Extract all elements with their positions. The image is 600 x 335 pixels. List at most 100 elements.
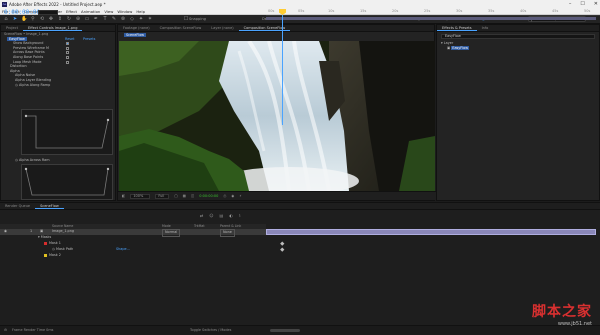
menu-effect[interactable]: Effect bbox=[64, 9, 79, 14]
menu-animation[interactable]: Animation bbox=[79, 9, 102, 14]
always-preview-icon[interactable]: ◧ bbox=[122, 194, 125, 198]
minimize-icon[interactable]: – bbox=[569, 0, 572, 8]
resolution-select[interactable]: Full bbox=[155, 193, 170, 199]
fx-row-label: Alpha bbox=[10, 68, 20, 73]
toggle-switches-modes[interactable]: Toggle Switches / Modes bbox=[190, 328, 231, 332]
layer-row[interactable]: ◉ 1 ▣ Image_1.png Normal None bbox=[0, 229, 266, 237]
zoom-slider[interactable] bbox=[270, 329, 300, 332]
ruler-tick: 50s bbox=[584, 9, 591, 13]
orbit-tool-icon[interactable]: ⟲ bbox=[39, 16, 45, 22]
window-controls: – ☐ ✕ bbox=[569, 0, 598, 8]
mask-shape-link[interactable]: Shape... bbox=[116, 247, 130, 253]
effects-presets-tabs: Effects & Presets Info bbox=[437, 25, 599, 32]
puppet-tool-icon[interactable]: ✶ bbox=[147, 16, 153, 22]
pen-tool-icon[interactable]: ✒ bbox=[93, 16, 99, 22]
alpha-across-ramp-graph[interactable] bbox=[21, 164, 113, 200]
motion-blur-icon[interactable]: ◐ bbox=[229, 213, 233, 218]
masks-group-row[interactable]: ▾ Masks bbox=[0, 235, 266, 241]
selection-tool-icon[interactable]: ➤ bbox=[12, 16, 18, 22]
app-icon: Ae bbox=[2, 1, 7, 7]
effects-group-label: Layer bbox=[443, 41, 454, 45]
playhead-line[interactable] bbox=[282, 9, 283, 125]
alpha-across-ramp-curve bbox=[24, 167, 110, 196]
tab-footage[interactable]: Footage (none) bbox=[118, 26, 155, 30]
mask1-row[interactable]: Mask 1 bbox=[0, 241, 266, 247]
snapping-label: Snapping bbox=[189, 17, 206, 21]
tab-effect-controls[interactable]: Effect Controls Image_1.png bbox=[22, 26, 83, 31]
rotate-tool-icon[interactable]: ↻ bbox=[66, 16, 72, 22]
snapshot-icon[interactable]: ⎙ bbox=[223, 194, 226, 198]
home-icon[interactable]: ⌂ bbox=[3, 16, 9, 22]
transparency-grid-icon[interactable]: ▦ bbox=[183, 194, 186, 198]
waterfall-image bbox=[119, 39, 435, 195]
ruler-tick: 45s bbox=[552, 9, 559, 13]
brush-tool-icon[interactable]: ✎ bbox=[111, 16, 117, 22]
preview-time[interactable]: 0:00:00:00 bbox=[199, 194, 218, 198]
timeline-footer: ⚙ Frame Render Time 0ms Toggle Switches … bbox=[0, 325, 600, 335]
frame-blending-icon[interactable]: ▤ bbox=[220, 213, 224, 218]
timeline-current-time[interactable]: 0:00:00:00 bbox=[4, 9, 40, 16]
layer-prop-label: Masks bbox=[40, 235, 52, 239]
fx-row-label: Alpha Noise bbox=[15, 73, 36, 78]
mask2-row[interactable]: Mask 2 bbox=[0, 253, 266, 259]
hand-tool-icon[interactable]: ✋ bbox=[21, 16, 27, 22]
tab-info[interactable]: Info bbox=[477, 26, 494, 30]
effects-search-input[interactable]: EasyFlow bbox=[441, 34, 595, 39]
active-comp-label[interactable]: SceneFlow bbox=[124, 33, 147, 37]
mask-color-swatch[interactable] bbox=[44, 253, 47, 257]
mask-path-row[interactable]: ◷ Mask Path Shape... bbox=[0, 247, 266, 253]
menu-help[interactable]: Help bbox=[134, 9, 147, 14]
effect-name[interactable]: EasyFlow bbox=[7, 36, 27, 41]
tab-composition-sceneflow[interactable]: Composition SceneFlow bbox=[155, 26, 207, 30]
tab-project[interactable]: Project bbox=[1, 26, 23, 30]
show-background-checkbox[interactable] bbox=[66, 42, 69, 46]
loop-mesh-checkbox[interactable] bbox=[66, 60, 69, 64]
region-of-interest-icon[interactable]: ▢ bbox=[174, 194, 177, 198]
fast-preview-icon[interactable]: ⚡ bbox=[239, 194, 241, 198]
clone-tool-icon[interactable]: ⊗ bbox=[120, 16, 126, 22]
graph-editor-icon[interactable]: ⌇ bbox=[239, 213, 241, 218]
timeline-search-input[interactable] bbox=[38, 10, 58, 15]
across-base-checkbox[interactable] bbox=[66, 51, 69, 55]
alpha-along-ramp-curve bbox=[24, 114, 110, 149]
pan-tool-icon[interactable]: ✥ bbox=[48, 16, 54, 22]
type-tool-icon[interactable]: T bbox=[102, 16, 108, 22]
pan-behind-tool-icon[interactable]: ⊕ bbox=[75, 16, 81, 22]
mask-color-swatch[interactable] bbox=[44, 241, 47, 245]
mask-visibility-icon[interactable]: ◫ bbox=[191, 194, 194, 198]
tab-layer[interactable]: Layer (none) bbox=[206, 26, 238, 30]
rectangle-tool-icon[interactable]: ▭ bbox=[84, 16, 90, 22]
comp-flowchart-icon[interactable]: ⇄ bbox=[200, 213, 203, 218]
zoom-tool-icon[interactable]: ⚲ bbox=[30, 16, 36, 22]
tab-timeline-sceneflow[interactable]: SceneFlow bbox=[35, 204, 64, 209]
time-ruler[interactable]: 00s 05s 10s 15s 20s 25s 30s 35s 40s 45s … bbox=[266, 9, 600, 16]
dolly-tool-icon[interactable]: ⇕ bbox=[57, 16, 63, 22]
work-area-bar[interactable] bbox=[266, 17, 596, 20]
fx-row-alpha-along-ramp[interactable]: ◷ Alpha Along Ramp bbox=[1, 83, 115, 88]
zoom-select[interactable]: 100% bbox=[130, 193, 151, 199]
ruler-tick: 20s bbox=[392, 9, 399, 13]
visibility-eye-icon[interactable]: ◉ bbox=[4, 229, 7, 235]
color-channel-icon[interactable]: ◉ bbox=[231, 194, 234, 198]
menu-window[interactable]: Window bbox=[115, 9, 134, 14]
composition-canvas[interactable] bbox=[119, 39, 435, 195]
shy-icon[interactable]: ☺ bbox=[209, 213, 213, 218]
along-base-checkbox[interactable] bbox=[66, 55, 69, 59]
alpha-along-ramp-graph[interactable] bbox=[21, 109, 113, 155]
eraser-tool-icon[interactable]: ◇ bbox=[129, 16, 135, 22]
effects-result-item[interactable]: ▣ EasyFlow bbox=[447, 46, 599, 51]
layer-prop-label: Mask Path bbox=[56, 247, 74, 251]
layer-duration-bar[interactable] bbox=[266, 229, 596, 235]
fx-row-alpha-across-ramp[interactable]: ◷ Alpha Across Ram bbox=[15, 158, 115, 163]
tab-render-queue[interactable]: Render Queue bbox=[0, 204, 35, 208]
watermark: 脚本之家 www.jb51.net bbox=[532, 301, 592, 327]
preview-wireframe-checkbox[interactable] bbox=[66, 46, 69, 50]
render-settings-icon[interactable]: ⚙ bbox=[4, 328, 7, 332]
menu-view[interactable]: View bbox=[102, 9, 115, 14]
fx-row-label: Preview Wireframe M bbox=[13, 45, 49, 50]
close-icon[interactable]: ✕ bbox=[594, 0, 598, 8]
maximize-icon[interactable]: ☐ bbox=[580, 0, 584, 8]
ruler-tick: 00s bbox=[268, 9, 275, 13]
roto-brush-tool-icon[interactable]: ✦ bbox=[138, 16, 144, 22]
tab-effects-presets[interactable]: Effects & Presets bbox=[437, 26, 477, 31]
